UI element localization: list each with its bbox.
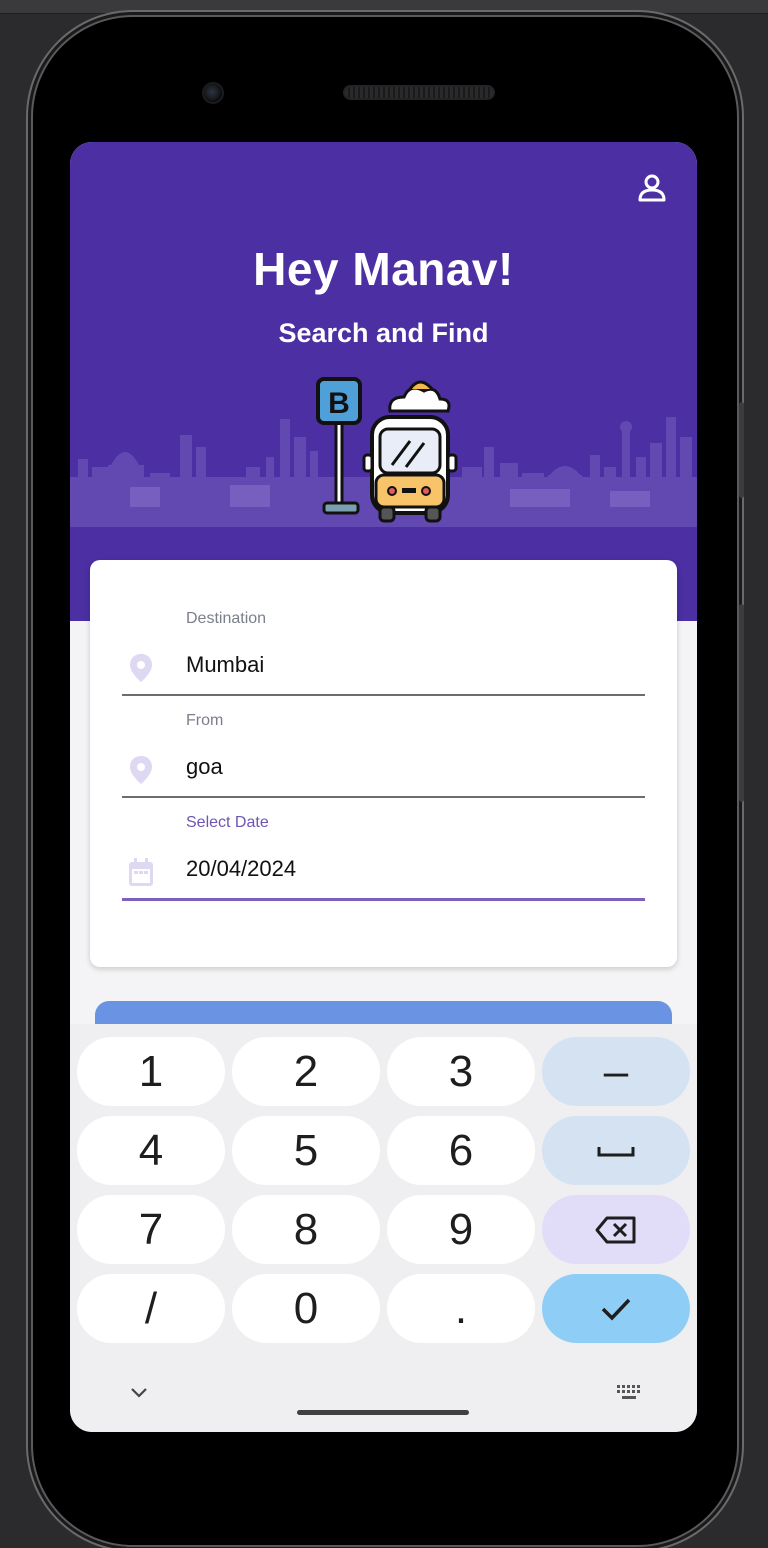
destination-value: Mumbai (186, 652, 265, 677)
header-banner: Hey Manav! Search and Find B (70, 142, 697, 621)
volume-button (739, 604, 744, 802)
select-date-underline (122, 898, 645, 901)
select-date-label: Select Date (186, 814, 269, 831)
key-1[interactable]: 1 (77, 1037, 225, 1106)
greeting-title: Hey Manav! (253, 243, 514, 295)
key-done[interactable] (542, 1274, 690, 1343)
checkmark-icon (601, 1298, 631, 1321)
space-icon (597, 1146, 635, 1156)
front-camera (202, 82, 224, 104)
from-underline (122, 796, 645, 798)
key-space[interactable] (542, 1116, 690, 1185)
key-slash[interactable]: / (77, 1274, 225, 1343)
chevron-down-icon[interactable] (130, 1387, 148, 1399)
from-value: goa (186, 754, 223, 779)
key-4[interactable]: 4 (77, 1116, 225, 1185)
app-screen: Hey Manav! Search and Find B Destination… (70, 142, 697, 1432)
destination-field[interactable]: Destination Mumbai (122, 610, 645, 702)
key-3[interactable]: 3 (387, 1037, 535, 1106)
key-5[interactable]: 5 (232, 1116, 380, 1185)
power-button (739, 402, 744, 498)
key-0[interactable]: 0 (232, 1274, 380, 1343)
select-date-field[interactable]: Select Date 20/04/2024 (122, 814, 645, 906)
window-top-bar (0, 0, 768, 14)
key-dash[interactable]: – (542, 1037, 690, 1106)
bus-stop-illustration: B (316, 377, 458, 523)
earpiece-speaker (343, 85, 495, 100)
from-field[interactable]: From goa (122, 712, 645, 804)
backspace-icon (595, 1216, 636, 1243)
bus-sign-letter: B (328, 387, 350, 420)
key-9[interactable]: 9 (387, 1195, 535, 1264)
profile-button[interactable] (636, 172, 668, 204)
from-label: From (186, 712, 224, 729)
key-6[interactable]: 6 (387, 1116, 535, 1185)
person-icon (638, 174, 666, 202)
destination-underline (122, 694, 645, 696)
calendar-icon (129, 858, 153, 886)
numeric-keyboard: 1 2 3 – 4 5 6 7 8 9 / 0 . (70, 1024, 697, 1432)
location-pin-icon (130, 756, 152, 784)
key-8[interactable]: 8 (232, 1195, 380, 1264)
destination-label: Destination (186, 610, 267, 627)
key-backspace[interactable] (542, 1195, 690, 1264)
location-pin-icon (130, 654, 152, 682)
keyboard-icon[interactable] (616, 1384, 642, 1402)
greeting-subtitle: Search and Find (278, 318, 489, 348)
key-7[interactable]: 7 (77, 1195, 225, 1264)
gesture-handle[interactable] (297, 1410, 469, 1415)
select-date-value: 20/04/2024 (186, 856, 297, 881)
key-period[interactable]: . (387, 1274, 535, 1343)
key-2[interactable]: 2 (232, 1037, 380, 1106)
search-form-card: Destination Mumbai From goa Select Date (90, 560, 677, 967)
